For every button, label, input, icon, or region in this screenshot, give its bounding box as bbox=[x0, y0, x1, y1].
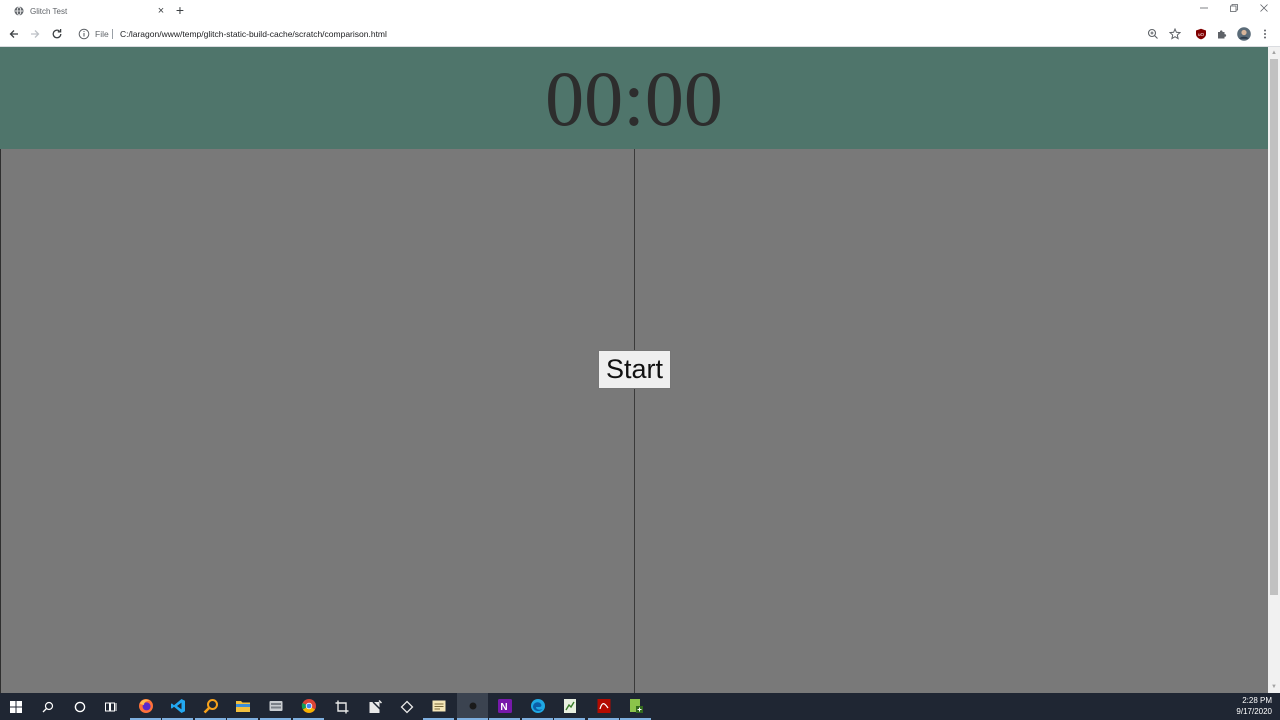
editor-icon[interactable] bbox=[359, 693, 390, 720]
app-icon[interactable] bbox=[620, 693, 651, 720]
spreadsheet-icon[interactable] bbox=[554, 693, 585, 720]
minimize-icon[interactable] bbox=[1197, 3, 1211, 17]
forward-icon[interactable] bbox=[28, 27, 42, 41]
tab-close-icon[interactable]: × bbox=[154, 4, 168, 18]
svg-text:uO: uO bbox=[1198, 32, 1205, 37]
file-explorer-icon[interactable] bbox=[227, 693, 258, 720]
menu-icon[interactable] bbox=[1258, 27, 1272, 41]
notes-icon[interactable] bbox=[423, 693, 454, 720]
crop-tool-icon[interactable] bbox=[326, 693, 357, 720]
browser-toolbar: File C:/laragon/www/temp/glitch-static-b… bbox=[0, 22, 1280, 47]
edge-icon[interactable] bbox=[522, 693, 553, 720]
clock-time: 2:28 PM bbox=[1242, 696, 1272, 705]
svg-text:N: N bbox=[500, 702, 507, 713]
search-tool-icon[interactable] bbox=[195, 693, 226, 720]
restore-icon[interactable] bbox=[1227, 3, 1241, 17]
reload-icon[interactable] bbox=[50, 27, 64, 41]
extensions-icon[interactable] bbox=[1215, 27, 1229, 41]
timer-bar: 00:00 bbox=[0, 47, 1268, 149]
close-icon[interactable] bbox=[1257, 3, 1271, 17]
browser-tab[interactable]: Glitch Test × bbox=[6, 0, 168, 22]
search-icon[interactable] bbox=[32, 693, 63, 720]
address-bar-url[interactable]: C:/laragon/www/temp/glitch-static-build-… bbox=[120, 29, 387, 39]
bookmark-star-icon[interactable] bbox=[1168, 27, 1182, 41]
recorder-icon[interactable] bbox=[457, 693, 488, 720]
clock-date: 9/17/2020 bbox=[1236, 707, 1272, 716]
url-scheme-label: File bbox=[95, 29, 109, 39]
storage-icon[interactable] bbox=[260, 693, 291, 720]
scroll-up-arrow-icon[interactable]: ▲ bbox=[1268, 47, 1280, 59]
timer-display: 00:00 bbox=[545, 55, 723, 142]
start-icon[interactable] bbox=[0, 693, 31, 720]
left-pane bbox=[0, 149, 634, 693]
start-button[interactable]: Start bbox=[598, 350, 671, 389]
sync-icon[interactable] bbox=[391, 693, 422, 720]
omnibox-divider bbox=[112, 29, 113, 39]
vscode-icon[interactable] bbox=[162, 693, 193, 720]
scrollbar-thumb[interactable] bbox=[1270, 59, 1278, 595]
scroll-down-arrow-icon[interactable]: ▼ bbox=[1268, 681, 1280, 693]
zoom-icon[interactable] bbox=[1146, 27, 1160, 41]
windows-taskbar: N 2:28 PM 9/17/2020 bbox=[0, 693, 1280, 720]
cortana-icon[interactable] bbox=[64, 693, 95, 720]
ublock-icon[interactable]: uO bbox=[1194, 27, 1208, 41]
new-tab-button[interactable]: + bbox=[173, 3, 187, 17]
tab-strip: Glitch Test × + bbox=[0, 0, 1280, 22]
chrome-icon[interactable] bbox=[293, 693, 324, 720]
info-icon[interactable] bbox=[78, 28, 90, 40]
pdf-icon[interactable] bbox=[588, 693, 619, 720]
back-icon[interactable] bbox=[7, 27, 21, 41]
firefox-icon[interactable] bbox=[130, 693, 161, 720]
tab-title: Glitch Test bbox=[30, 6, 68, 16]
onenote-icon[interactable]: N bbox=[489, 693, 520, 720]
pane-divider bbox=[634, 149, 635, 693]
profile-avatar[interactable] bbox=[1237, 27, 1251, 41]
system-clock[interactable]: 2:28 PM 9/17/2020 bbox=[1236, 695, 1272, 717]
globe-icon bbox=[14, 6, 24, 16]
task-view-icon[interactable] bbox=[96, 693, 127, 720]
right-pane bbox=[635, 149, 1268, 693]
page-viewport: 00:00 Start bbox=[0, 47, 1268, 693]
